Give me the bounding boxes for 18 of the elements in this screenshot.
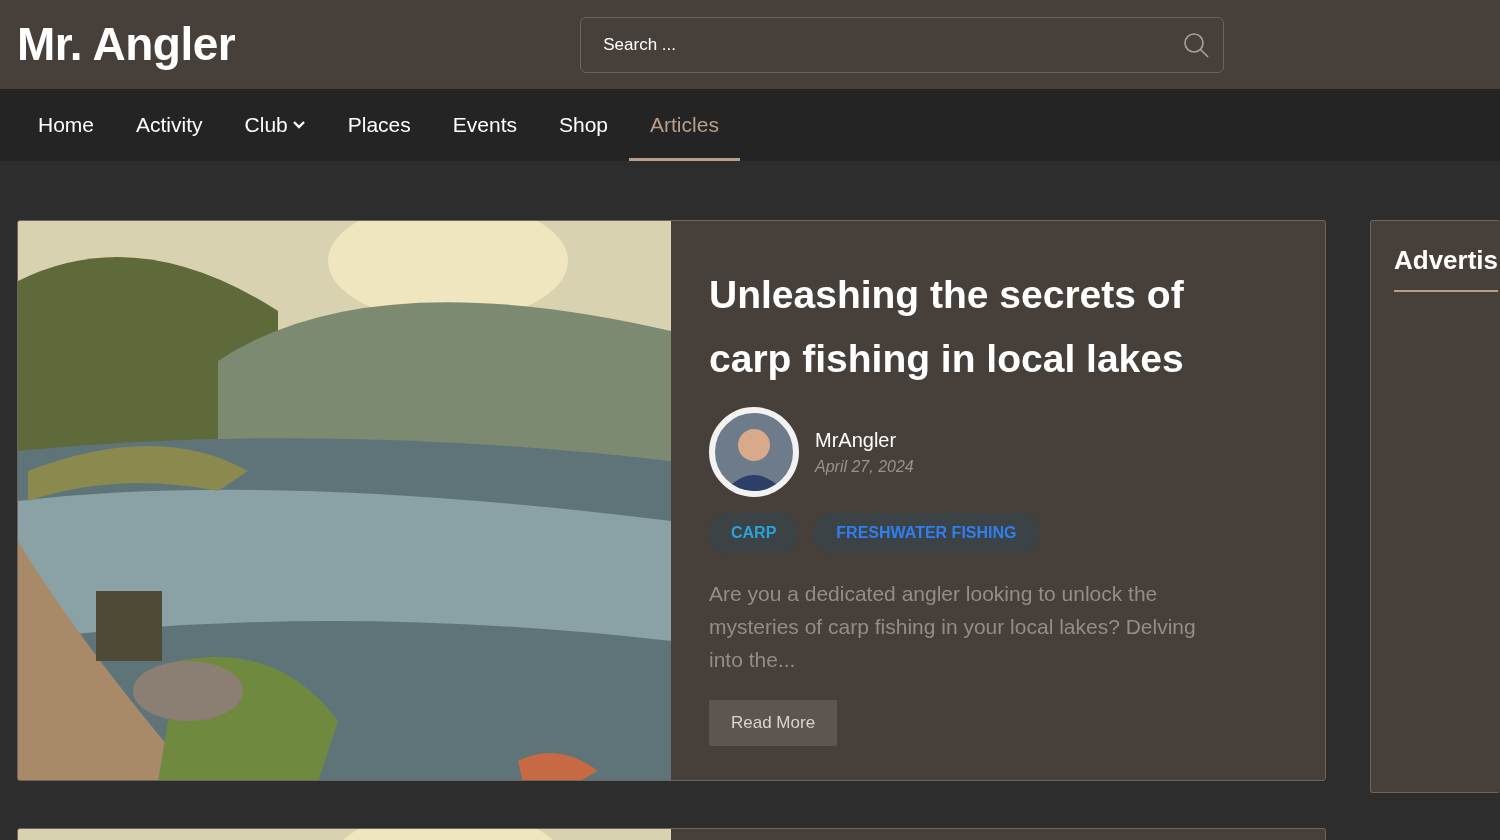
article-title[interactable]: Unleashing the secrets of carp fishing in local lakes <box>709 263 1225 391</box>
search-field[interactable]: Search ... <box>580 16 1225 73</box>
post-date: April 27, 2024 <box>815 457 914 477</box>
nav-link[interactable]: Club <box>223 89 327 161</box>
nav-link[interactable]: Places <box>326 89 432 161</box>
search-icon[interactable] <box>1182 30 1211 59</box>
nav-link[interactable]: Shop <box>538 89 630 161</box>
chevron-down-icon <box>291 120 306 130</box>
author-name[interactable]: MrAngler <box>815 425 914 455</box>
category-tag[interactable]: CARP <box>709 513 799 553</box>
site-logo[interactable]: Mr. Angler <box>17 10 236 79</box>
article-excerpt: Are you a dedicated angler looking to unlock the mysteries of carp fishing in your local lakes? Delving into the... <box>709 581 1197 673</box>
nav-link[interactable]: Events <box>431 89 538 161</box>
read-more-button[interactable]: Read More <box>709 700 838 746</box>
nav-link[interactable]: Activity <box>115 89 224 161</box>
nav-link[interactable]: Articles <box>629 89 740 161</box>
nav-link[interactable]: Home <box>17 89 116 161</box>
sidebar-title: Advertis <box>1394 241 1499 292</box>
